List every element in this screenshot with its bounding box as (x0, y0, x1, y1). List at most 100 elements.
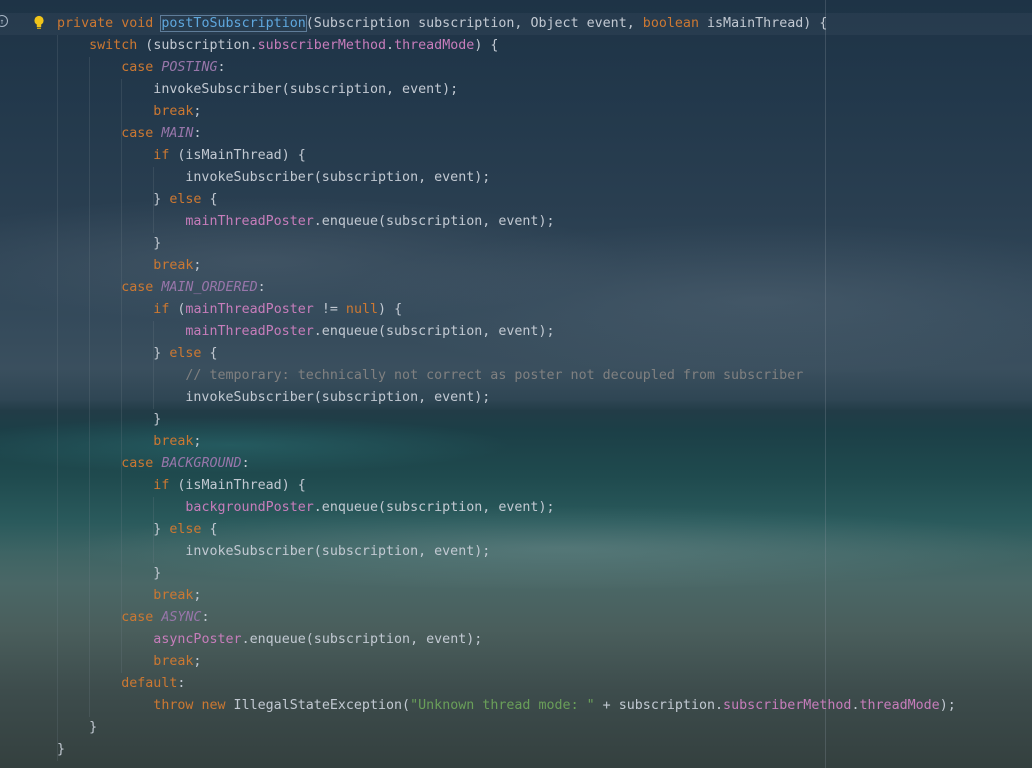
code-token: case (121, 126, 162, 141)
code-token: . (386, 38, 395, 53)
code-token: else (169, 192, 202, 207)
code-token: ASYNC (161, 610, 202, 625)
lightbulb-icon[interactable] (33, 15, 45, 31)
code-line[interactable]: invokeSubscriber(subscription, event); (57, 387, 956, 409)
code-line[interactable]: mainThreadPoster.enqueue(subscription, e… (57, 211, 956, 233)
code-line[interactable]: default: (57, 673, 956, 695)
code-line[interactable]: invokeSubscriber(subscription, event); (57, 79, 956, 101)
code-line[interactable]: case ASYNC: (57, 607, 956, 629)
code-line[interactable]: break; (57, 101, 956, 123)
code-token: break (153, 104, 194, 119)
code-token: } (57, 192, 170, 207)
code-line[interactable]: break; (57, 585, 956, 607)
code-area[interactable]: private void postToSubscription(Subscrip… (57, 13, 956, 761)
code-line[interactable]: // temporary: technically not correct as… (57, 365, 956, 387)
code-line[interactable]: switch (subscription.subscriberMethod.th… (57, 35, 956, 57)
code-editor[interactable]: { "editor": { "gutter_icons": ["override… (0, 0, 1032, 768)
code-line[interactable]: case POSTING: (57, 57, 956, 79)
code-line[interactable]: break; (57, 651, 956, 673)
code-token: // temporary: technically not correct as… (185, 368, 804, 383)
code-line[interactable]: mainThreadPoster.enqueue(subscription, e… (57, 321, 956, 343)
code-token: } (57, 412, 162, 427)
code-token: isMainThread) { (698, 16, 828, 31)
code-token: null (345, 302, 379, 317)
code-token: subscriberMethod (257, 38, 387, 53)
code-token: invokeSubscriber(subscription, event); (57, 82, 459, 97)
code-line[interactable]: case BACKGROUND: (57, 453, 956, 475)
code-token: ; (193, 258, 202, 273)
code-token: { (201, 346, 218, 361)
code-line[interactable]: if (mainThreadPoster != null) { (57, 299, 956, 321)
code-token: { (201, 522, 218, 537)
code-line[interactable]: } else { (57, 519, 956, 541)
code-line[interactable]: } else { (57, 189, 956, 211)
code-line[interactable]: case MAIN_ORDERED: (57, 277, 956, 299)
code-token: .enqueue(subscription, event); (313, 324, 555, 339)
code-token: if (153, 478, 170, 493)
code-line[interactable]: throw new IllegalStateException("Unknown… (57, 695, 956, 717)
code-token: } (57, 720, 98, 735)
code-token: if (153, 148, 170, 163)
code-token: default (121, 676, 178, 691)
code-token: threadMode (394, 38, 475, 53)
code-token: boolean (642, 16, 699, 31)
code-line[interactable]: } (57, 739, 956, 761)
code-token: .enqueue(subscription, event); (313, 500, 555, 515)
code-token: threadMode (859, 698, 940, 713)
code-token: ; (193, 434, 202, 449)
code-token: case (121, 610, 162, 625)
code-line[interactable]: } (57, 233, 956, 255)
code-token: .enqueue(subscription, event); (313, 214, 555, 229)
code-token: IllegalStateException( (233, 698, 411, 713)
code-token: case (121, 280, 162, 295)
code-token: + subscription. (594, 698, 724, 713)
code-token: : (257, 280, 266, 295)
code-token: ) { (378, 302, 403, 317)
code-token: subscriberMethod (723, 698, 852, 713)
code-token: .enqueue(subscription, event); (241, 632, 483, 647)
code-token: ); (939, 698, 956, 713)
code-line[interactable]: private void postToSubscription(Subscrip… (57, 13, 956, 35)
code-token: (Subscription subscription, Object event… (305, 16, 643, 31)
code-token: invokeSubscriber(subscription, event); (57, 544, 491, 559)
code-token: break (153, 258, 194, 273)
code-line[interactable]: break; (57, 431, 956, 453)
code-token: break (153, 434, 194, 449)
code-line[interactable]: invokeSubscriber(subscription, event); (57, 167, 956, 189)
code-line[interactable]: } (57, 717, 956, 739)
code-token: invokeSubscriber(subscription, event); (57, 390, 491, 405)
code-token: break (153, 588, 194, 603)
code-line[interactable]: break; (57, 255, 956, 277)
code-token: ( (169, 302, 186, 317)
code-token: private void (57, 16, 162, 31)
code-token: "Unknown thread mode: " (410, 698, 595, 713)
code-line[interactable]: backgroundPoster.enqueue(subscription, e… (57, 497, 956, 519)
code-line[interactable]: } (57, 563, 956, 585)
code-line[interactable]: } else { (57, 343, 956, 365)
code-line[interactable]: if (isMainThread) { (57, 475, 956, 497)
code-line[interactable]: if (isMainThread) { (57, 145, 956, 167)
code-token: } (57, 346, 170, 361)
code-line[interactable]: case MAIN: (57, 123, 956, 145)
code-token: case (121, 60, 162, 75)
code-token: POSTING (161, 60, 218, 75)
code-token: asyncPoster (153, 632, 242, 647)
code-line[interactable]: } (57, 409, 956, 431)
code-line[interactable]: invokeSubscriber(subscription, event); (57, 541, 956, 563)
code-token: throw new (153, 698, 234, 713)
code-token: } (57, 742, 66, 757)
code-token: BACKGROUND (161, 456, 242, 471)
code-token: case (121, 456, 162, 471)
code-line[interactable]: asyncPoster.enqueue(subscription, event)… (57, 629, 956, 651)
code-token: mainThreadPoster (185, 302, 314, 317)
